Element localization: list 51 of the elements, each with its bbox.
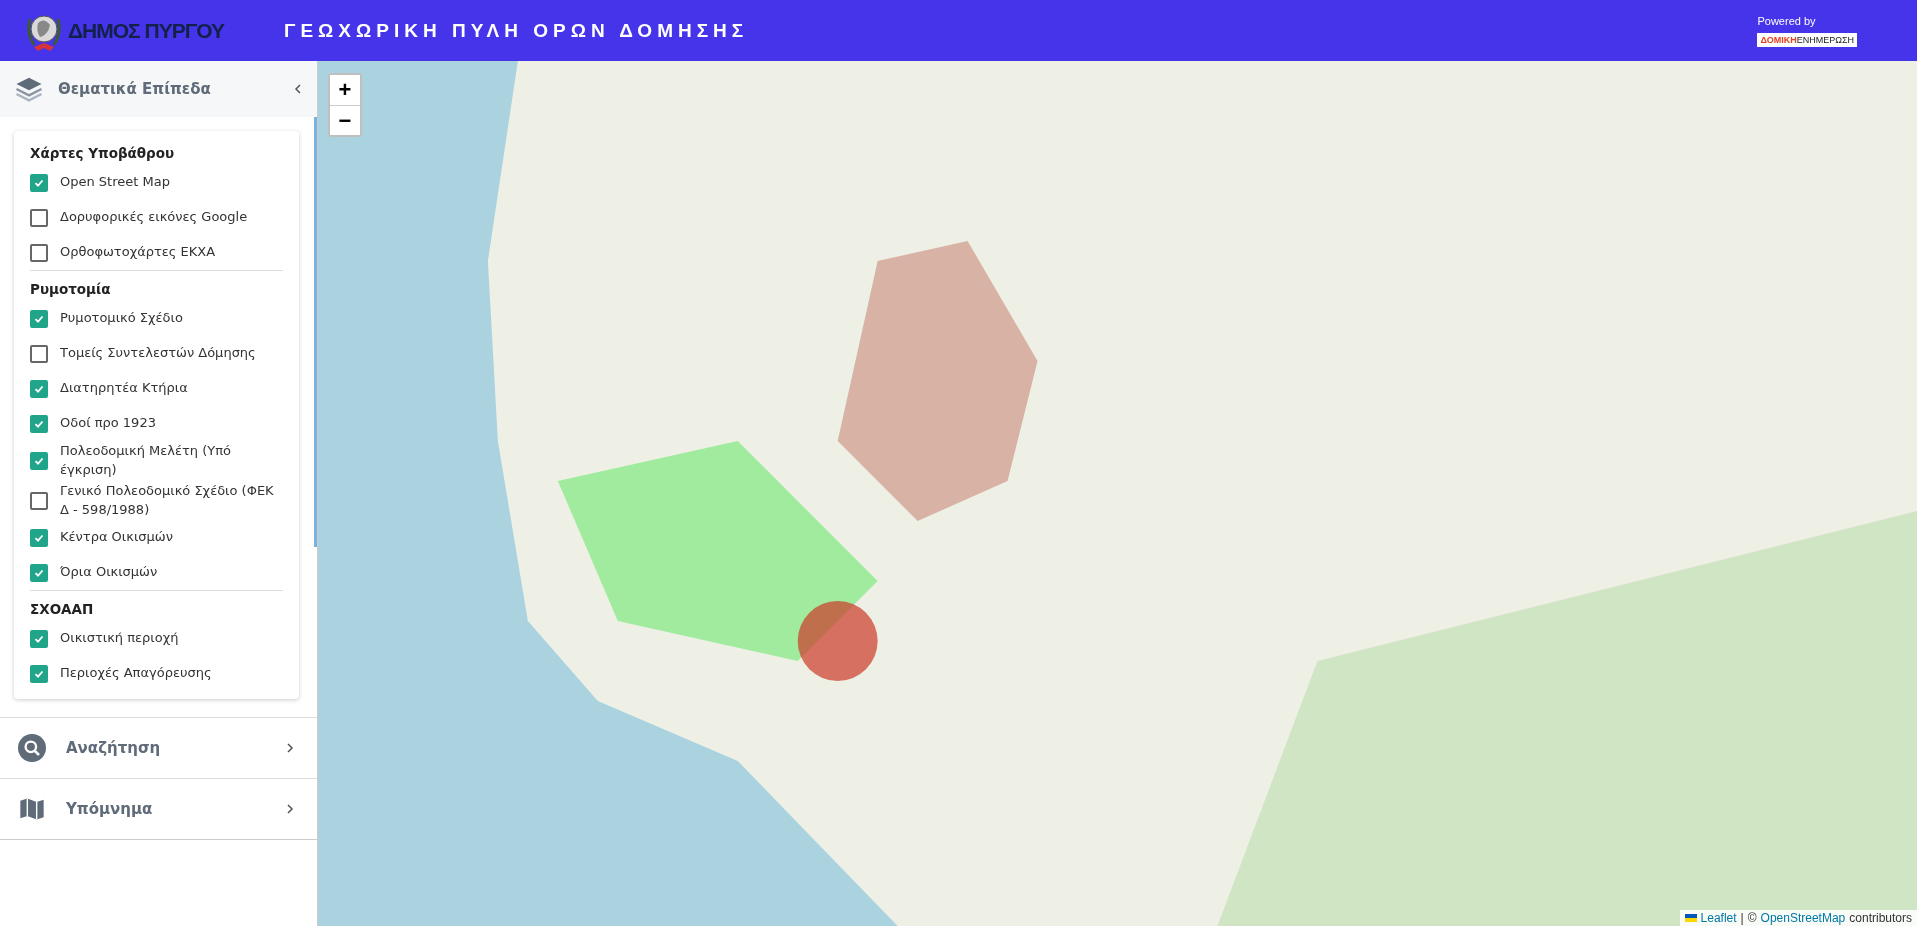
flag-icon: [1684, 914, 1697, 922]
layer-label: Όρια Οικισμών: [60, 563, 158, 582]
separator-text: |: [1740, 911, 1744, 925]
layer-checkbox[interactable]: [30, 309, 48, 328]
layer-label: Πολεοδομική Μελέτη (Υπό έγκριση): [60, 442, 232, 479]
layer-label: Οικιστική περιοχή: [60, 629, 179, 648]
layer-checkbox[interactable]: [30, 491, 48, 510]
layer-label: Διατηρητέα Κτήρια: [60, 379, 188, 398]
panel-header[interactable]: Αναζήτηση: [0, 717, 317, 778]
layers-panel-header[interactable]: Θεματικά Επίπεδα: [0, 61, 317, 117]
search-icon: [18, 734, 46, 762]
map-drawing[interactable]: [318, 61, 1917, 926]
chevron-icon: [285, 803, 295, 815]
layer-label: Ορθοφωτοχάρτες ΕΚΧΑ: [60, 243, 216, 262]
municipality-name: ΔΗΜΟΣ ΠΥΡΓΟΥ: [68, 18, 225, 43]
chevron-icon: [285, 742, 295, 754]
portal-title: ΓΕΩΧΩΡΙΚΗ ΠΥΛΗ ΟΡΩΝ ΔΟΜΗΣΗΣ: [284, 19, 750, 42]
layer-label: Open Street Map: [60, 173, 170, 192]
layer-checkbox[interactable]: [30, 173, 48, 192]
layer-checkbox[interactable]: [30, 451, 48, 470]
panel-title: Θεματικά Επίπεδα: [58, 80, 212, 98]
layer-checkbox[interactable]: [30, 344, 48, 363]
layer-checkbox[interactable]: [30, 379, 48, 398]
layer-checkbox[interactable]: [30, 563, 48, 582]
layer-label: Γενικό Πολεοδομικό Σχέδιο (ΦΕΚ Δ - 598/1988): [60, 481, 275, 519]
panel-header[interactable]: Υπόμνημα: [0, 778, 317, 840]
scrollbar-thumb[interactable]: [314, 117, 317, 547]
panel-title: Υπόμνημα: [66, 800, 154, 818]
leaflet-link[interactable]: Leaflet: [1700, 911, 1737, 925]
panel-title: Αναζήτηση: [66, 739, 162, 757]
openstreetmap-link[interactable]: OpenStreetMap: [1760, 911, 1846, 925]
layer-label: Περιοχές Απαγόρευσης: [60, 664, 212, 683]
section-title: ΣΧΟΑΑΠ: [30, 600, 95, 620]
layer-checkbox[interactable]: [30, 664, 48, 683]
powered-by-label: Powered by: [1757, 14, 1817, 27]
layer-label: Ρυμοτομικό Σχέδιο: [60, 309, 183, 328]
layer-label: Κέντρα Οικισμών: [60, 528, 173, 547]
layer-checkbox[interactable]: [30, 528, 48, 547]
brand-logo[interactable]: ΔΟΜΙΚΗΕΝΗΜΕΡΩΣΗ: [1757, 32, 1857, 47]
layer-label: Τομείς Συντελεστών Δόμησης: [60, 344, 256, 363]
layer-checkbox[interactable]: [30, 208, 48, 227]
contributors-text: contributors: [1849, 911, 1912, 925]
section-title: Ρυμοτομία: [30, 280, 112, 299]
copyright-text: ©: [1747, 911, 1757, 925]
layer-checkbox[interactable]: [30, 629, 48, 648]
section-title: Χάρτες Υποβάθρου: [30, 144, 176, 163]
layer-checkbox[interactable]: [30, 414, 48, 433]
layer-checkbox[interactable]: [30, 243, 48, 262]
zoom-out-button[interactable]: −: [330, 105, 360, 135]
layer-label: Οδοί προ 1923: [60, 414, 156, 433]
layer-label: Δορυφορικές εικόνες Google: [60, 208, 248, 227]
